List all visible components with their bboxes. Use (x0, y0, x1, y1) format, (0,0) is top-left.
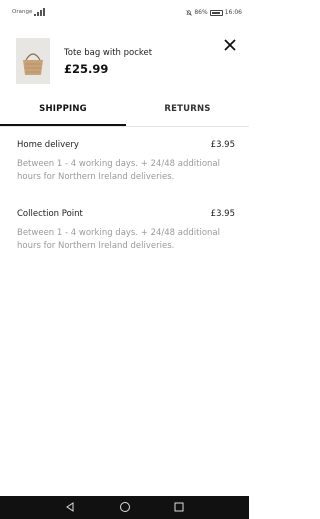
option-description: Between 1 - 4 working days. + 24/48 addi… (17, 228, 220, 251)
system-nav-bar (0, 496, 249, 519)
product-name: Tote bag with pocket (64, 48, 153, 58)
signal-icon (34, 8, 45, 16)
tab-shipping[interactable]: SHIPPING (0, 96, 126, 126)
option-title: Collection Point (17, 209, 83, 219)
battery-percent: 86% (194, 9, 208, 16)
option-price: £3.95 (210, 209, 235, 219)
shipping-option-collection-point: Collection Point £3.95 Between 1 - 4 wor… (17, 209, 235, 259)
tab-bar: SHIPPING RETURNS (0, 96, 249, 127)
mute-icon (186, 9, 193, 16)
tab-returns[interactable]: RETURNS (126, 96, 249, 126)
shipping-option-home-delivery: Home delivery £3.95 Between 1 - 4 workin… (17, 140, 235, 190)
clock: 16:06 (224, 9, 242, 16)
back-icon[interactable] (64, 501, 76, 513)
product-image (16, 38, 50, 84)
status-right: 86% 16:06 (186, 9, 242, 16)
option-description: Between 1 - 4 working days. + 24/48 addi… (17, 159, 220, 182)
home-icon[interactable] (119, 501, 131, 513)
option-price: £3.95 (210, 140, 235, 150)
product-summary: Tote bag with pocket £25.99 (0, 24, 249, 96)
battery-icon (209, 9, 223, 16)
option-title: Home delivery (17, 140, 79, 150)
recent-apps-icon[interactable] (173, 501, 185, 513)
carrier-name: Orange (12, 9, 33, 15)
status-bar: Orange 86% 16:06 (0, 0, 249, 24)
product-price: £25.99 (64, 62, 109, 76)
close-icon[interactable] (223, 38, 237, 52)
